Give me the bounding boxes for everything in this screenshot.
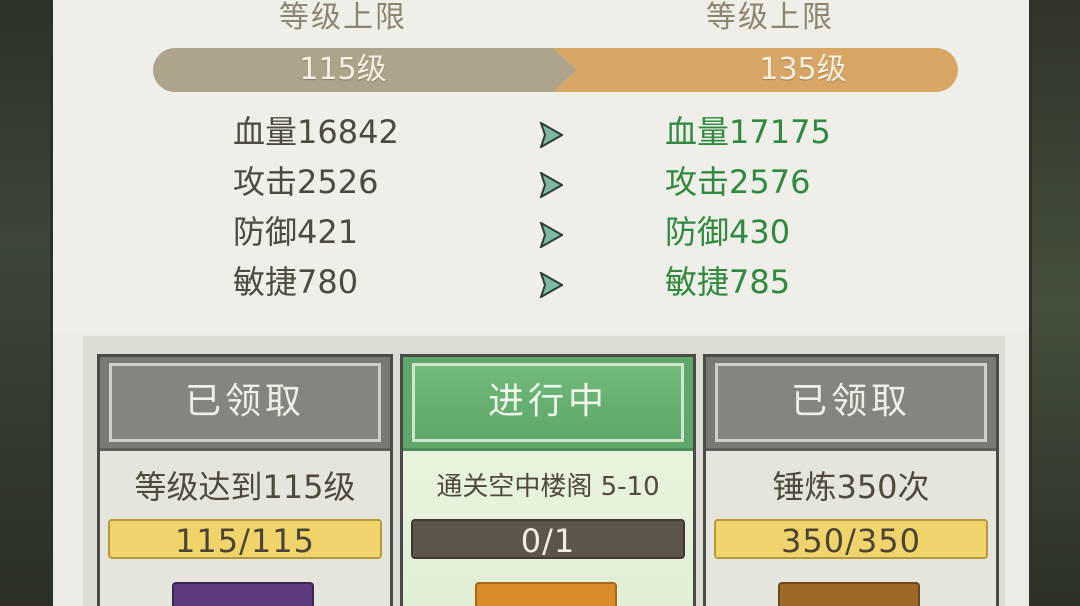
arrow-right-icon xyxy=(539,272,563,298)
reward-item-icon[interactable] xyxy=(475,582,617,606)
reward-item-icon[interactable] xyxy=(172,582,314,606)
current-level-value: 115级 xyxy=(299,52,387,87)
arrow-right-icon xyxy=(539,172,563,198)
task-title: 通关空中楼阁 5-10 xyxy=(436,472,660,502)
new-stat-defense: 防御430 xyxy=(665,213,791,251)
task-status-label: 进行中 xyxy=(412,363,684,442)
task-status-header: 已领取 xyxy=(100,357,390,451)
game-backdrop-left xyxy=(0,0,50,606)
game-backdrop-right xyxy=(1032,0,1080,606)
new-stat-hp: 血量17175 xyxy=(665,113,831,151)
old-stat-hp: 血量16842 xyxy=(233,113,399,151)
level-breakthrough-panel: 等级上限 等级上限 115级 135级 血量16842 攻击2526 防御421… xyxy=(50,0,1032,606)
task-progress-bar: 350/350 xyxy=(714,519,988,560)
new-stat-attack: 攻击2576 xyxy=(665,163,811,201)
old-stat-defense: 防御421 xyxy=(233,213,359,251)
task-card-stage[interactable]: 进行中 通关空中楼阁 5-10 0/1 xyxy=(400,354,696,606)
next-cap-label: 等级上限 xyxy=(706,0,834,35)
task-status-header: 已领取 xyxy=(706,357,996,451)
old-stat-attack: 攻击2526 xyxy=(233,163,379,201)
task-progress-bar: 0/1 xyxy=(411,519,685,560)
arrow-right-icon xyxy=(539,222,563,248)
task-card-level[interactable]: 已领取 等级达到115级 115/115 xyxy=(97,354,393,606)
old-stat-agility: 敏捷780 xyxy=(233,263,359,301)
current-cap-label: 等级上限 xyxy=(279,0,407,35)
task-status-label: 已领取 xyxy=(109,363,381,442)
task-progress-bar: 115/115 xyxy=(108,519,382,560)
next-level-value: 135级 xyxy=(759,52,847,87)
task-status-label: 已领取 xyxy=(715,363,987,442)
task-title: 锤炼350次 xyxy=(772,468,930,506)
reward-item-icon[interactable] xyxy=(778,582,920,606)
level-cap-section: 等级上限 等级上限 115级 135级 血量16842 攻击2526 防御421… xyxy=(53,0,1029,333)
arrow-right-icon xyxy=(539,122,563,148)
task-card-forge[interactable]: 已领取 锤炼350次 350/350 xyxy=(703,354,999,606)
task-title: 等级达到115级 xyxy=(134,468,356,506)
task-status-header: 进行中 xyxy=(403,357,693,451)
new-stat-agility: 敏捷785 xyxy=(665,263,791,301)
